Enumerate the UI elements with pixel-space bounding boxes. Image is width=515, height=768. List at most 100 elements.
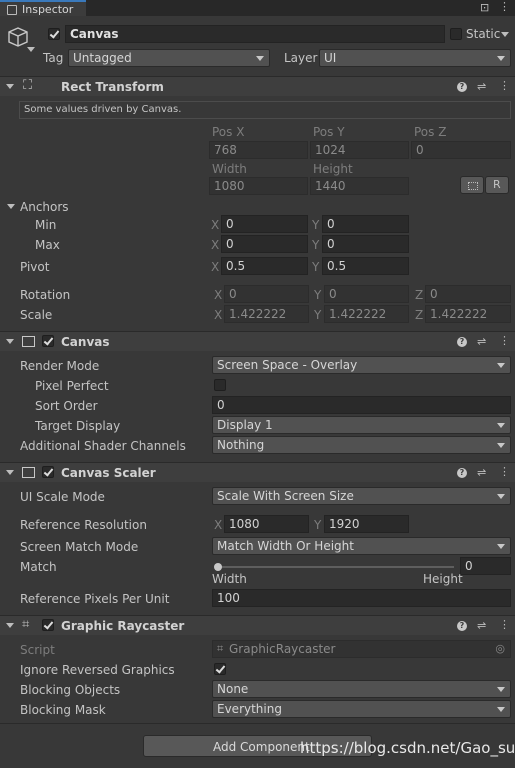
scale-y-field: 1.422222 bbox=[324, 305, 409, 323]
match-width-label: Width bbox=[212, 572, 247, 586]
reference-ppu-label: Reference Pixels Per Unit bbox=[20, 592, 170, 606]
match-slider-thumb[interactable] bbox=[214, 563, 222, 571]
presets-icon[interactable]: ⇌ bbox=[477, 620, 486, 632]
static-dropdown-arrow[interactable] bbox=[501, 32, 509, 37]
scale-z-label: Z bbox=[415, 308, 424, 322]
canvas-scaler-title: Canvas Scaler bbox=[61, 466, 156, 480]
icon-dropdown-arrow[interactable] bbox=[27, 47, 35, 52]
render-mode-dropdown[interactable]: Screen Space - Overlay bbox=[212, 356, 511, 374]
blocking-mask-label: Blocking Mask bbox=[20, 703, 106, 717]
blocking-objects-dropdown[interactable]: None bbox=[212, 680, 511, 698]
pos-x-label: Pos X bbox=[212, 125, 245, 139]
pivot-label: Pivot bbox=[20, 260, 50, 274]
anchors-label[interactable]: Anchors bbox=[20, 200, 69, 214]
presets-icon[interactable]: ⇌ bbox=[477, 81, 486, 93]
graphic-raycaster-foldout[interactable] bbox=[6, 623, 14, 628]
script-icon: ⌗ bbox=[217, 642, 224, 655]
ignore-reversed-label: Ignore Reversed Graphics bbox=[20, 663, 175, 677]
help-icon[interactable]: ? bbox=[457, 468, 467, 478]
inspector-tab-icon bbox=[7, 5, 17, 15]
tab-inspector[interactable]: Inspector bbox=[0, 0, 86, 16]
ui-scale-mode-label: UI Scale Mode bbox=[20, 490, 105, 504]
pivot-y-field[interactable]: 0.5 bbox=[322, 257, 409, 275]
rot-y-label: Y bbox=[314, 288, 322, 302]
anchor-max-label: Max bbox=[35, 238, 60, 252]
script-field: ⌗ GraphicRaycaster ◎ bbox=[212, 640, 511, 658]
canvas-scaler-foldout[interactable] bbox=[6, 470, 14, 475]
pos-y-field: 1024 bbox=[310, 141, 409, 159]
rotation-y-field: 0 bbox=[324, 285, 409, 303]
ref-y-label: Y bbox=[314, 518, 322, 532]
rotation-z-field: 0 bbox=[425, 285, 511, 303]
layer-dropdown[interactable]: UI bbox=[319, 49, 511, 67]
shader-channels-dropdown[interactable]: Nothing bbox=[212, 436, 511, 454]
height-label: Height bbox=[313, 162, 353, 176]
canvas-title: Canvas bbox=[61, 335, 110, 349]
pivot-y-label: Y bbox=[312, 260, 320, 274]
rotation-x-field: 0 bbox=[224, 285, 309, 303]
rect-transform-foldout[interactable] bbox=[6, 84, 14, 89]
raycaster-icon: ⌗ bbox=[22, 617, 30, 632]
more-menu-icon[interactable]: ⋮ bbox=[499, 1, 510, 13]
rect-transform-icon: ⛶ bbox=[23, 78, 33, 93]
presets-icon[interactable]: ⇌ bbox=[477, 467, 486, 479]
canvas-enabled-toggle[interactable] bbox=[42, 335, 54, 347]
presets-icon[interactable]: ⇌ bbox=[477, 336, 486, 348]
match-slider-track[interactable] bbox=[216, 566, 454, 568]
blocking-mask-dropdown[interactable]: Everything bbox=[212, 700, 511, 718]
anchor-min-y-field[interactable]: 0 bbox=[322, 215, 409, 233]
match-value-field[interactable]: 0 bbox=[460, 557, 511, 575]
reference-resolution-label: Reference Resolution bbox=[20, 518, 147, 532]
pixel-perfect-toggle[interactable] bbox=[214, 379, 226, 391]
help-icon[interactable]: ? bbox=[457, 621, 467, 631]
static-toggle[interactable] bbox=[450, 28, 462, 40]
anchor-min-x-field[interactable]: 0 bbox=[221, 215, 308, 233]
help-icon[interactable]: ? bbox=[457, 82, 467, 92]
screen-match-mode-label: Screen Match Mode bbox=[20, 540, 139, 554]
component-menu-icon[interactable]: ⋮ bbox=[499, 619, 510, 631]
match-label: Match bbox=[20, 560, 57, 574]
canvas-scaler-icon bbox=[22, 467, 35, 478]
component-menu-icon[interactable]: ⋮ bbox=[499, 466, 510, 478]
pivot-x-field[interactable]: 0.5 bbox=[221, 257, 308, 275]
object-name-field[interactable]: Canvas bbox=[65, 25, 445, 43]
lock-icon[interactable]: ⊡ bbox=[480, 2, 489, 14]
rotation-label: Rotation bbox=[20, 288, 71, 302]
pos-y-label: Pos Y bbox=[313, 125, 345, 139]
match-height-label: Height bbox=[423, 572, 463, 586]
driven-note: Some values driven by Canvas. bbox=[24, 104, 182, 115]
ignore-reversed-toggle[interactable] bbox=[214, 663, 226, 675]
shader-channels-label: Additional Shader Channels bbox=[20, 439, 186, 453]
raw-edit-label: R bbox=[493, 178, 501, 191]
reference-resolution-y-field[interactable]: 1920 bbox=[324, 515, 409, 533]
object-picker-icon[interactable]: ◎ bbox=[495, 643, 505, 655]
anchor-max-x-field[interactable]: 0 bbox=[221, 235, 308, 253]
tag-dropdown[interactable]: Untagged bbox=[68, 49, 270, 67]
graphic-raycaster-enabled-toggle[interactable] bbox=[42, 619, 54, 631]
scale-y-label: Y bbox=[314, 308, 322, 322]
canvas-scaler-enabled-toggle[interactable] bbox=[42, 466, 54, 478]
anchor-min-y-label: Y bbox=[312, 218, 320, 232]
ui-scale-mode-dropdown[interactable]: Scale With Screen Size bbox=[212, 487, 511, 505]
reference-ppu-field[interactable]: 100 bbox=[212, 589, 511, 607]
anchor-max-y-field[interactable]: 0 bbox=[322, 235, 409, 253]
help-icon[interactable]: ? bbox=[457, 337, 467, 347]
blueprint-button[interactable] bbox=[460, 176, 484, 194]
anchors-foldout[interactable] bbox=[7, 204, 15, 209]
pixel-perfect-label: Pixel Perfect bbox=[35, 379, 109, 393]
component-menu-icon[interactable]: ⋮ bbox=[499, 335, 510, 347]
sort-order-field[interactable]: 0 bbox=[212, 396, 511, 414]
pos-z-field: 0 bbox=[411, 141, 511, 159]
anchor-max-x-label: X bbox=[211, 238, 220, 252]
target-display-dropdown[interactable]: Display 1 bbox=[212, 416, 511, 434]
screen-match-mode-dropdown[interactable]: Match Width Or Height bbox=[212, 537, 511, 555]
gameobject-cube-icon bbox=[8, 27, 28, 47]
add-component-label: Add Component bbox=[213, 740, 310, 754]
blueprint-icon bbox=[468, 182, 478, 190]
component-menu-icon[interactable]: ⋮ bbox=[499, 80, 510, 92]
scale-z-field: 1.422222 bbox=[425, 305, 511, 323]
canvas-foldout[interactable] bbox=[6, 339, 14, 344]
active-toggle[interactable] bbox=[48, 28, 60, 40]
reference-resolution-x-field[interactable]: 1080 bbox=[224, 515, 309, 533]
raw-edit-button[interactable]: R bbox=[485, 176, 509, 194]
